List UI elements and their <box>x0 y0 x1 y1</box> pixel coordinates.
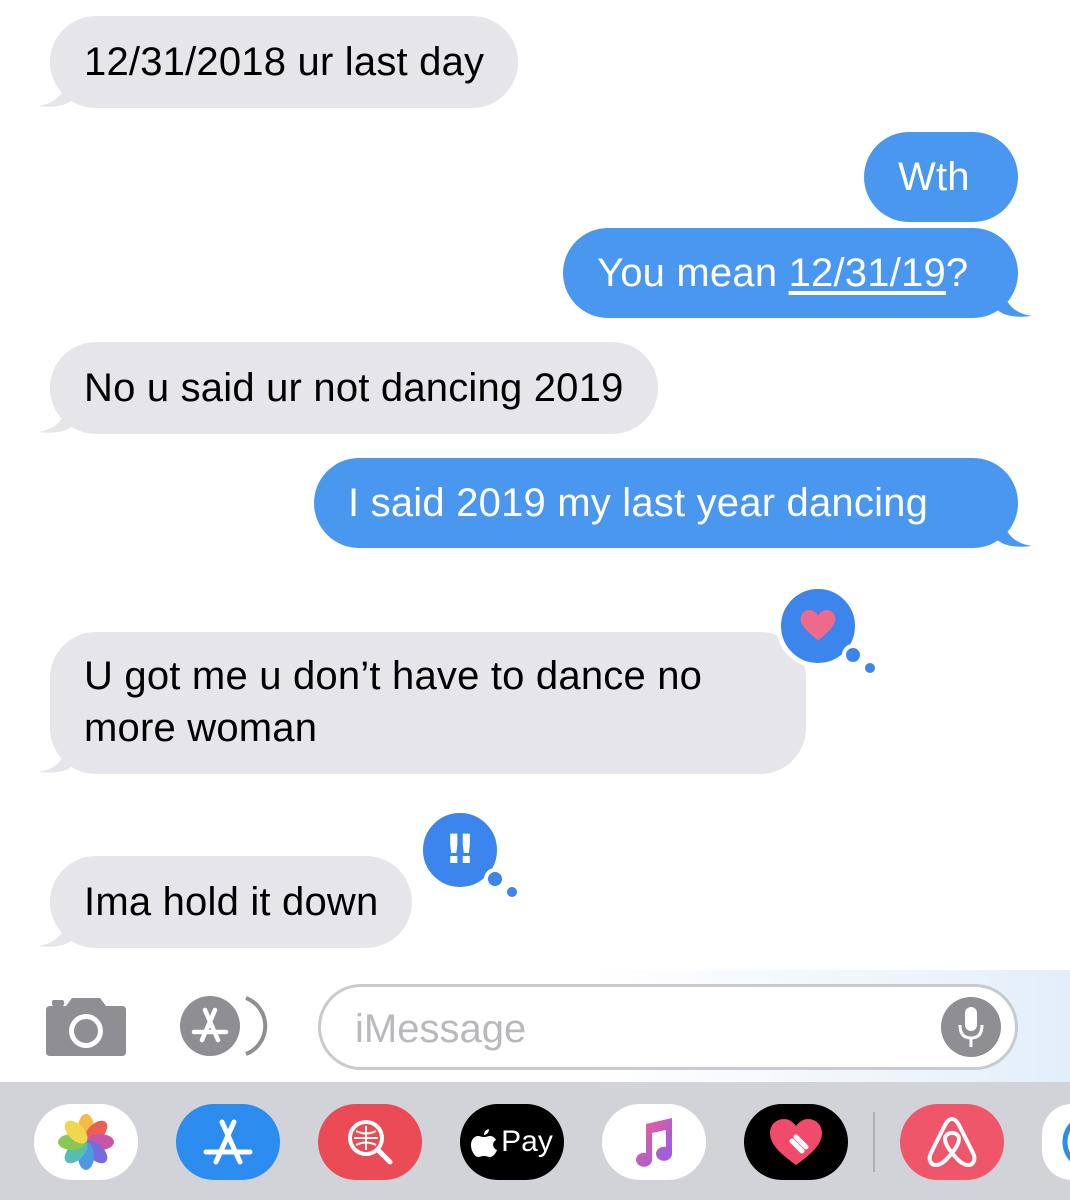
photos-icon <box>58 1114 114 1170</box>
airbnb-icon <box>927 1117 977 1167</box>
music-app[interactable] <box>602 1104 706 1180</box>
app-store-icon[interactable] <box>180 994 274 1058</box>
search-images-icon <box>348 1120 393 1165</box>
microphone-button[interactable] <box>941 997 1001 1057</box>
message-text: U got me u don’t have to dance no more w… <box>84 654 703 750</box>
message-input-bar <box>0 970 1070 1082</box>
tapback-bubble-dot <box>842 644 864 666</box>
app-drawer: Pay <box>0 1082 1070 1200</box>
bubble-tail <box>994 518 1032 547</box>
tapback-bubble-dot <box>862 660 878 676</box>
apple-pay-label: Pay <box>501 1125 553 1158</box>
digital-touch-app[interactable] <box>744 1104 848 1180</box>
more-app-icon <box>1062 1122 1070 1162</box>
message-text: Wth <box>898 155 970 199</box>
app-store-icon <box>203 1119 253 1165</box>
message-text: 12/31/2018 ur last day <box>84 40 485 84</box>
message-bubble-incoming[interactable]: Ima hold it down <box>50 856 413 948</box>
message-text: You mean <box>597 251 789 295</box>
bubble-tail <box>38 404 76 433</box>
drawer-divider <box>873 1112 875 1172</box>
digital-touch-icon <box>770 1119 822 1165</box>
message-text: Ima hold it down <box>84 880 379 924</box>
bubble-tail <box>994 288 1032 317</box>
message-text-suffix: ? <box>945 251 969 295</box>
message-text: No u said ur not dancing 2019 <box>84 366 624 410</box>
airbnb-app[interactable] <box>900 1104 1004 1180</box>
photos-app[interactable] <box>34 1104 138 1180</box>
apple-pay-icon <box>471 1129 498 1157</box>
more-app[interactable] <box>1042 1104 1070 1180</box>
heart-icon <box>800 610 836 641</box>
message-text: I said 2019 my last year dancing <box>348 481 929 525</box>
music-icon <box>636 1118 672 1167</box>
app-store-app[interactable] <box>176 1104 280 1180</box>
apple-pay-app[interactable]: Pay <box>460 1104 564 1180</box>
message-thread[interactable]: 12/31/2018 ur last day Wth You mean 12/3… <box>0 0 1070 970</box>
tapback-bubble-dot <box>504 884 520 900</box>
double-exclamation-icon: ‼ <box>447 827 473 873</box>
message-bubble-outgoing[interactable]: You mean 12/31/19? <box>563 228 1018 318</box>
tapback-bubble-dot <box>484 868 506 890</box>
bubble-tail <box>38 744 76 773</box>
message-bubble-outgoing[interactable]: Wth <box>864 132 1018 222</box>
image-search-app[interactable] <box>318 1104 422 1180</box>
microphone-icon <box>958 1007 984 1047</box>
message-bubble-incoming[interactable]: 12/31/2018 ur last day <box>50 16 519 108</box>
message-bubble-outgoing[interactable]: I said 2019 my last year dancing <box>314 458 1018 548</box>
date-link[interactable]: 12/31/19 <box>789 251 946 295</box>
message-field[interactable] <box>318 984 1018 1070</box>
message-bubble-incoming[interactable]: U got me u don’t have to dance no more w… <box>50 632 806 774</box>
bubble-tail <box>38 78 76 107</box>
camera-icon[interactable] <box>44 994 128 1058</box>
message-bubble-incoming[interactable]: No u said ur not dancing 2019 <box>50 342 658 434</box>
message-input[interactable] <box>353 1001 937 1057</box>
bubble-tail <box>38 918 76 947</box>
